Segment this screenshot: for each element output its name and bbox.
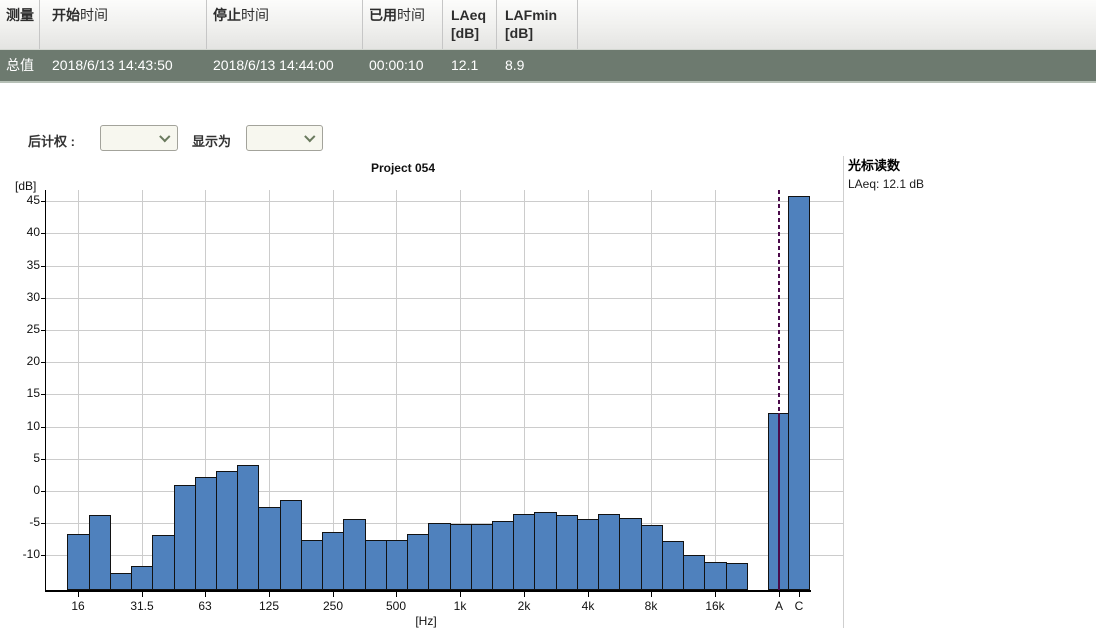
y-tick-label: -10 xyxy=(8,547,40,561)
gridline-vertical xyxy=(396,190,397,590)
spectrum-chart: Project 054 [dB] 45 40 35 30 25 20 15 10 5 0 -5 -10… xyxy=(0,0,1096,638)
gridline-horizontal xyxy=(46,491,843,492)
x-axis-unit-label: [Hz] xyxy=(381,614,471,628)
x-tick-label: 8k xyxy=(629,599,673,613)
bar-10k[interactable] xyxy=(662,541,684,590)
bar-2k[interactable] xyxy=(513,514,535,590)
x-tick xyxy=(651,592,652,597)
y-tick-label: 35 xyxy=(8,258,40,272)
bar-40[interactable] xyxy=(152,535,175,590)
y-tick-label: -5 xyxy=(8,515,40,529)
x-tick xyxy=(588,592,589,597)
bar-3.15k[interactable] xyxy=(556,515,578,590)
x-tick xyxy=(524,592,525,597)
chart-panel-divider xyxy=(843,156,844,628)
x-tick-label: 1k xyxy=(438,599,482,613)
cursor-readout-title: 光标读数 xyxy=(848,155,900,174)
bar-315[interactable] xyxy=(343,519,366,590)
bar-80[interactable] xyxy=(216,471,238,590)
x-tick xyxy=(799,592,800,597)
gridline-vertical xyxy=(142,190,143,590)
cursor-line[interactable] xyxy=(778,190,780,413)
y-tick-label: 30 xyxy=(8,290,40,304)
bar-125[interactable] xyxy=(258,507,281,590)
x-tick-label: 4k xyxy=(566,599,610,613)
y-tick-label: 25 xyxy=(8,322,40,336)
y-tick-label: 0 xyxy=(8,483,40,497)
bar-160[interactable] xyxy=(280,500,302,590)
gridline-horizontal xyxy=(46,298,843,299)
x-tick xyxy=(779,592,780,597)
y-tick-label: 10 xyxy=(8,419,40,433)
bar-6.3k[interactable] xyxy=(619,518,642,590)
bar-12.5k[interactable] xyxy=(683,555,705,590)
x-tick-label: C xyxy=(777,599,821,613)
x-tick xyxy=(460,592,461,597)
x-tick xyxy=(78,592,79,597)
gridline-horizontal xyxy=(46,266,843,267)
x-tick-label: 31.5 xyxy=(120,599,164,613)
bar-630[interactable] xyxy=(407,534,429,590)
y-tick-label: 45 xyxy=(8,193,40,207)
cursor-line-in-bar[interactable] xyxy=(778,413,780,590)
bar-1.6k[interactable] xyxy=(492,521,514,590)
x-tick xyxy=(142,592,143,597)
bar-50[interactable] xyxy=(174,485,196,590)
bar-500[interactable] xyxy=(386,540,408,590)
gridline-horizontal xyxy=(46,427,843,428)
bar-8k[interactable] xyxy=(641,525,663,590)
gridline-horizontal xyxy=(46,201,843,202)
gridline-vertical xyxy=(78,190,79,590)
y-tick-label: 40 xyxy=(8,225,40,239)
bar-16[interactable] xyxy=(67,534,90,590)
bar-63[interactable] xyxy=(195,477,217,590)
x-tick-label: 125 xyxy=(247,599,291,613)
gridline-horizontal xyxy=(46,394,843,395)
y-axis-unit-label: [dB] xyxy=(15,179,36,193)
x-tick xyxy=(269,592,270,597)
bar-2.5k[interactable] xyxy=(534,512,557,590)
bar-weighted-C[interactable] xyxy=(788,196,810,590)
bar-20[interactable] xyxy=(89,515,111,590)
bar-20k[interactable] xyxy=(726,563,748,590)
x-tick xyxy=(333,592,334,597)
y-axis-line xyxy=(45,190,46,591)
x-tick xyxy=(396,592,397,597)
bar-200[interactable] xyxy=(301,540,323,590)
cursor-readout-value: LAeq: 12.1 dB xyxy=(848,177,924,191)
x-tick xyxy=(205,592,206,597)
gridline-horizontal xyxy=(46,233,843,234)
gridline-horizontal xyxy=(46,330,843,331)
bar-800[interactable] xyxy=(428,523,451,590)
y-tick-label: 5 xyxy=(8,451,40,465)
bar-400[interactable] xyxy=(365,540,387,590)
x-tick xyxy=(715,592,716,597)
chart-title: Project 054 xyxy=(0,161,806,175)
gridline-vertical xyxy=(333,190,334,590)
x-tick-label: 2k xyxy=(502,599,546,613)
bar-250[interactable] xyxy=(322,532,344,590)
gridline-horizontal xyxy=(46,362,843,363)
x-tick-label: 63 xyxy=(183,599,227,613)
y-tick-label: 20 xyxy=(8,354,40,368)
bar-5k[interactable] xyxy=(598,514,620,590)
bar-1.25k[interactable] xyxy=(471,524,493,590)
bar-25[interactable] xyxy=(110,573,132,590)
x-axis-line xyxy=(45,590,811,592)
x-tick-label: 500 xyxy=(374,599,418,613)
gridline-vertical xyxy=(715,190,716,590)
x-tick-label: 250 xyxy=(311,599,355,613)
bar-31.5[interactable] xyxy=(131,566,153,590)
bar-16k[interactable] xyxy=(704,562,727,590)
x-tick-label: 16 xyxy=(56,599,100,613)
gridline-horizontal xyxy=(46,459,843,460)
bar-100[interactable] xyxy=(237,465,259,590)
x-tick-label: 16k xyxy=(693,599,737,613)
y-tick-label: 15 xyxy=(8,386,40,400)
bar-1k[interactable] xyxy=(450,524,472,590)
bar-4k[interactable] xyxy=(577,519,599,590)
